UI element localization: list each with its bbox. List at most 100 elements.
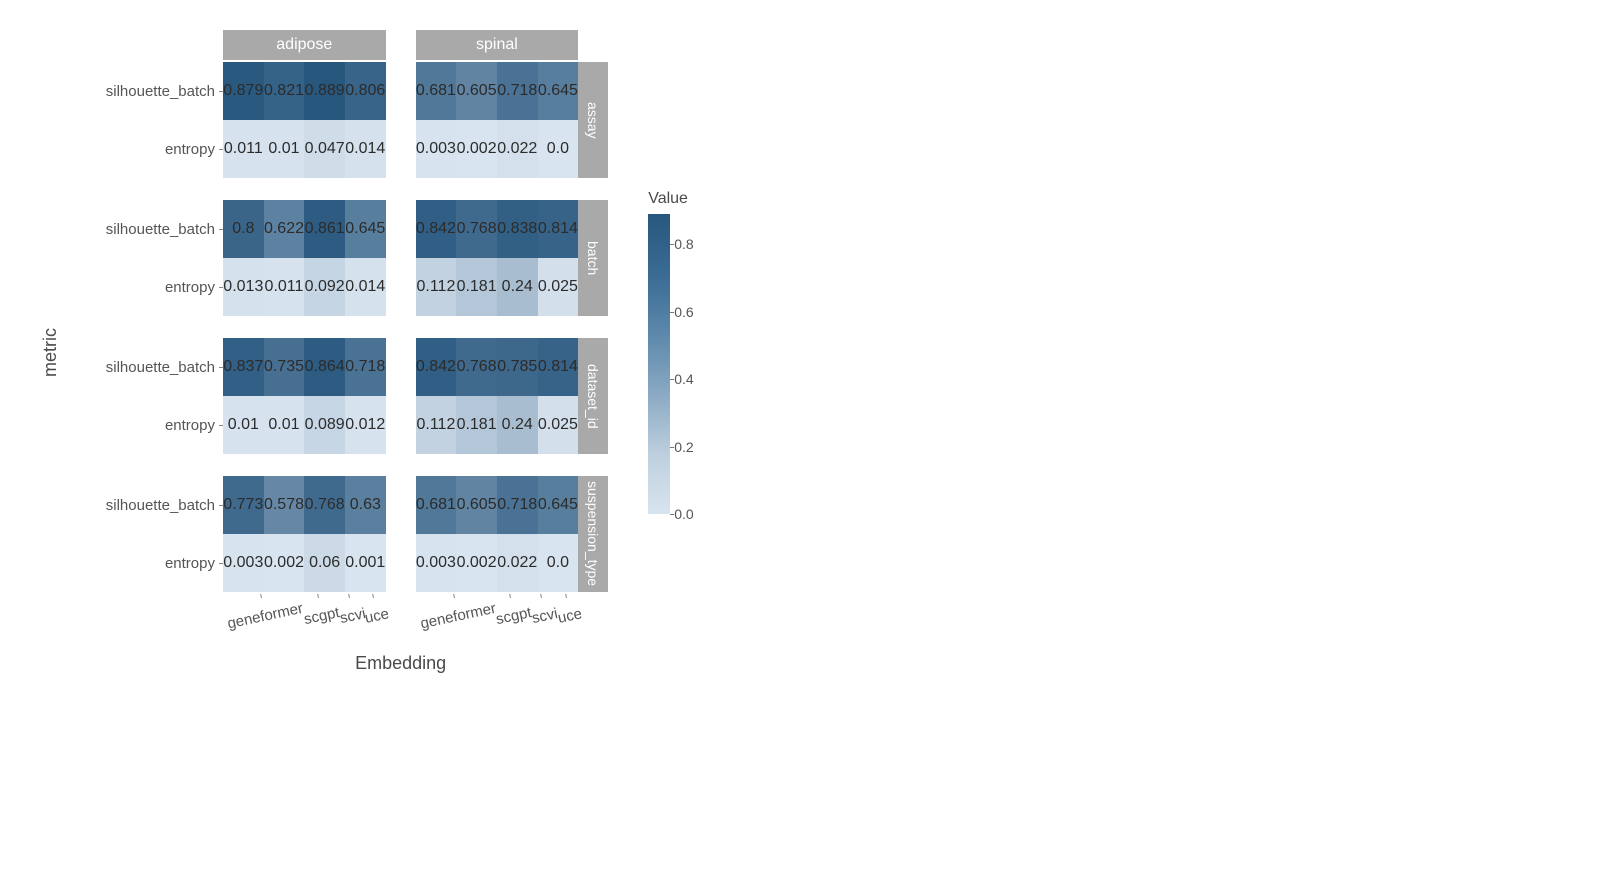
heatmap-cell: 0.838: [497, 200, 538, 258]
heatmap-cell: 0.842: [416, 338, 457, 396]
heatmap-cell: 0.011: [264, 258, 305, 316]
heatmap-cell: 0.681: [416, 62, 457, 120]
heatmap-panel: 0.8790.8210.8890.806 0.0110.010.0470.014: [223, 62, 386, 178]
heatmap-panel: 0.6810.6050.7180.6450.0030.0020.0220.0: [416, 476, 579, 592]
heatmap-cell: 0.718: [345, 338, 386, 396]
heatmap-cell: 0.645: [538, 62, 579, 120]
heatmap-cell: 0.0: [538, 534, 579, 592]
heatmap-cell: 0.06: [304, 534, 345, 592]
heatmap-cell: 0.718: [497, 476, 538, 534]
chart-container: metric adiposespinal silhouette_batchent…: [40, 30, 1560, 674]
heatmap-cell: 0.861: [304, 200, 345, 258]
heatmap-cell: 0.605: [456, 62, 497, 120]
legend-colorbar: [648, 214, 670, 514]
heatmap-cell: 0.24: [497, 396, 538, 454]
col-facet-strip: adipose: [223, 30, 386, 60]
heatmap-cell: 0.025: [538, 396, 579, 454]
heatmap-cell: 0.814: [538, 200, 579, 258]
heatmap-cell: 0.0: [538, 120, 579, 178]
heatmap-panel: 0.8420.7680.7850.8140.1120.1810.240.025: [416, 338, 579, 454]
heatmap-cell: 0.112: [416, 258, 457, 316]
y-tick-label: silhouette_batch: [73, 200, 223, 258]
heatmap-cell: 0.768: [456, 200, 497, 258]
row-facet-strip: batch: [578, 200, 608, 316]
heatmap-cell: 0.003: [416, 534, 457, 592]
heatmap-cell: 0.8: [223, 200, 264, 258]
legend-tick: 0.0: [674, 506, 693, 522]
heatmap-cell: 0.768: [456, 338, 497, 396]
legend-title: Value: [648, 190, 688, 208]
heatmap-cell: 0.622: [264, 200, 305, 258]
heatmap-cell: 0.578: [264, 476, 305, 534]
heatmap-cell: 0.003: [223, 534, 264, 592]
heatmap-cell: 0.014: [345, 120, 386, 178]
x-tick-label: uce: [554, 595, 583, 626]
heatmap-panel: 0.8370.7350.8640.7180.010.010.0890.012: [223, 338, 386, 454]
heatmap-cell: 0.181: [456, 258, 497, 316]
x-tick-label: scgpt: [300, 594, 341, 628]
heatmap-cell: 0.645: [345, 200, 386, 258]
heatmap-cell: 0.718: [497, 62, 538, 120]
heatmap-panel: 0.7730.5780.7680.630.0030.0020.060.001: [223, 476, 386, 592]
color-legend: Value 0.80.60.40.20.0: [648, 190, 718, 514]
y-tick-label: entropy: [73, 258, 223, 316]
heatmap-panel: 0.6810.6050.7180.6450.0030.0020.0220.0: [416, 62, 579, 178]
y-tick-label: entropy: [73, 534, 223, 592]
heatmap-cell: 0.814: [538, 338, 579, 396]
col-facet-strip: spinal: [416, 30, 579, 60]
heatmap-cell: 0.112: [416, 396, 457, 454]
heatmap-cell: 0.889: [304, 62, 345, 120]
row-facet-strip: dataset_id: [578, 338, 608, 454]
legend-tick: 0.2: [674, 439, 693, 455]
y-tick-label: entropy: [73, 396, 223, 454]
heatmap-cell: 0.022: [497, 534, 538, 592]
heatmap-cell: 0.002: [456, 120, 497, 178]
y-tick-label: silhouette_batch: [73, 476, 223, 534]
facet-row: silhouette_batchentropy0.80.6220.8610.64…: [73, 200, 608, 316]
heatmap-cell: 0.773: [223, 476, 264, 534]
heatmap-cell: 0.012: [345, 396, 386, 454]
heatmap-cell: 0.047: [304, 120, 345, 178]
heatmap-cell: 0.011: [223, 120, 264, 178]
heatmap-cell: 0.092: [304, 258, 345, 316]
heatmap-cell: 0.089: [304, 396, 345, 454]
heatmap-cell: 0.837: [223, 338, 264, 396]
heatmap-cell: 0.013: [223, 258, 264, 316]
row-facet-strip: assay: [578, 62, 608, 178]
legend-tick: 0.8: [674, 236, 693, 252]
heatmap-cell: 0.01: [264, 396, 305, 454]
heatmap-cell: 0.785: [497, 338, 538, 396]
facet-row: silhouette_batchentropy0.8790.8210.8890.…: [73, 62, 608, 178]
heatmap-panel: 0.8420.7680.8380.8140.1120.1810.240.025: [416, 200, 579, 316]
heatmap-cell: 0.002: [264, 534, 305, 592]
heatmap-cell: 0.001: [345, 534, 386, 592]
legend-tick: 0.6: [674, 304, 693, 320]
heatmap-cell: 0.01: [223, 396, 264, 454]
heatmap-cell: 0.002: [456, 534, 497, 592]
heatmap-cell: 0.768: [304, 476, 345, 534]
x-axis-title: Embedding: [223, 653, 578, 674]
heatmap-cell: 0.879: [223, 62, 264, 120]
heatmap-cell: 0.605: [456, 476, 497, 534]
heatmap-cell: 0.806: [345, 62, 386, 120]
facet-row: silhouette_batchentropy0.7730.5780.7680.…: [73, 476, 608, 592]
heatmap-cell: 0.821: [264, 62, 305, 120]
facet-grid: adiposespinal silhouette_batchentropy0.8…: [73, 30, 608, 674]
heatmap-cell: 0.003: [416, 120, 457, 178]
x-tick-label: geneformer: [416, 590, 497, 632]
heatmap-cell: 0.842: [416, 200, 457, 258]
y-tick-label: silhouette_batch: [73, 338, 223, 396]
heatmap-cell: 0.01: [264, 120, 305, 178]
x-tick-label: geneformer: [224, 590, 305, 632]
heatmap-cell: 0.645: [538, 476, 579, 534]
heatmap-cell: 0.735: [264, 338, 305, 396]
heatmap-cell: 0.025: [538, 258, 579, 316]
heatmap-cell: 0.864: [304, 338, 345, 396]
y-tick-label: silhouette_batch: [73, 62, 223, 120]
row-facet-strip: suspension_type: [578, 476, 608, 592]
heatmap-cell: 0.014: [345, 258, 386, 316]
legend-tick: 0.4: [674, 371, 693, 387]
x-tick-label: scgpt: [493, 594, 534, 628]
facet-row: silhouette_batchentropy0.8370.7350.8640.…: [73, 338, 608, 454]
x-tick-label: uce: [362, 595, 391, 626]
